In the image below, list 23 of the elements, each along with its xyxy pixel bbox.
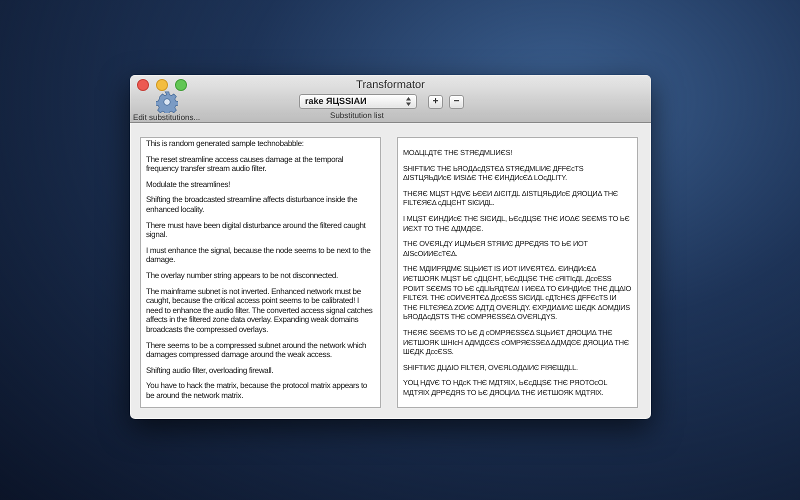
text-paragraph: The mainframe subnet is not inverted. Enhanced network must be caught, because the critical access point seems to be calibrated! I need to enhance the audio filter. The converted access signal catches affects in the filtered zone data overlay. Expanding weak domains broadcasts the compressed overlays. — [146, 286, 374, 334]
text-paragraph: There must have been digital disturbance around the filtered caught signal. — [146, 220, 367, 240]
input-text-area[interactable] — [140, 137, 381, 408]
zoom-button[interactable] — [175, 79, 187, 91]
substitution-list-label: Substitution list — [330, 112, 384, 120]
output-text-area[interactable] — [397, 137, 638, 408]
text-paragraph: The overlay number string appears to be not disconnected. — [146, 270, 339, 281]
substitution-list-dropdown[interactable]: rake ЯЦSSIAИ — [299, 94, 417, 109]
text-paragraph: You have to hack the matrix, because the protocol matrix appears to be around the network matrix. — [146, 381, 368, 400]
remove-button[interactable]: − — [449, 94, 464, 108]
updown-arrows-icon — [406, 97, 411, 106]
text-paragraph: I must enhance the signal, because the node seems to be next to the damage. — [146, 246, 372, 265]
edit-substitutions-button[interactable]: Edit substitutions... — [133, 91, 200, 122]
window-title: Transformator — [356, 78, 425, 93]
text-paragraph: Shifting the broadcasted streamline affects disturbance inside the enhanced locality. — [146, 195, 358, 215]
text-paragraph: The reset streamline access causes damage at the temporal frequency transfer stream audio filter. — [146, 154, 344, 174]
gear-icon — [156, 91, 178, 113]
text-paragraph: There seems to be a compressed subnet around the network which damages compressed damage around the weak access. — [146, 340, 368, 360]
add-button[interactable]: + — [428, 94, 443, 108]
text-paragraph: Modulate the streamlines! — [146, 180, 232, 190]
close-button[interactable] — [137, 79, 149, 91]
text-paragraph: Shifting audio filter, overloading firewall. — [146, 366, 274, 376]
text-paragraph: This is random generated sample technobabble: — [146, 139, 305, 149]
